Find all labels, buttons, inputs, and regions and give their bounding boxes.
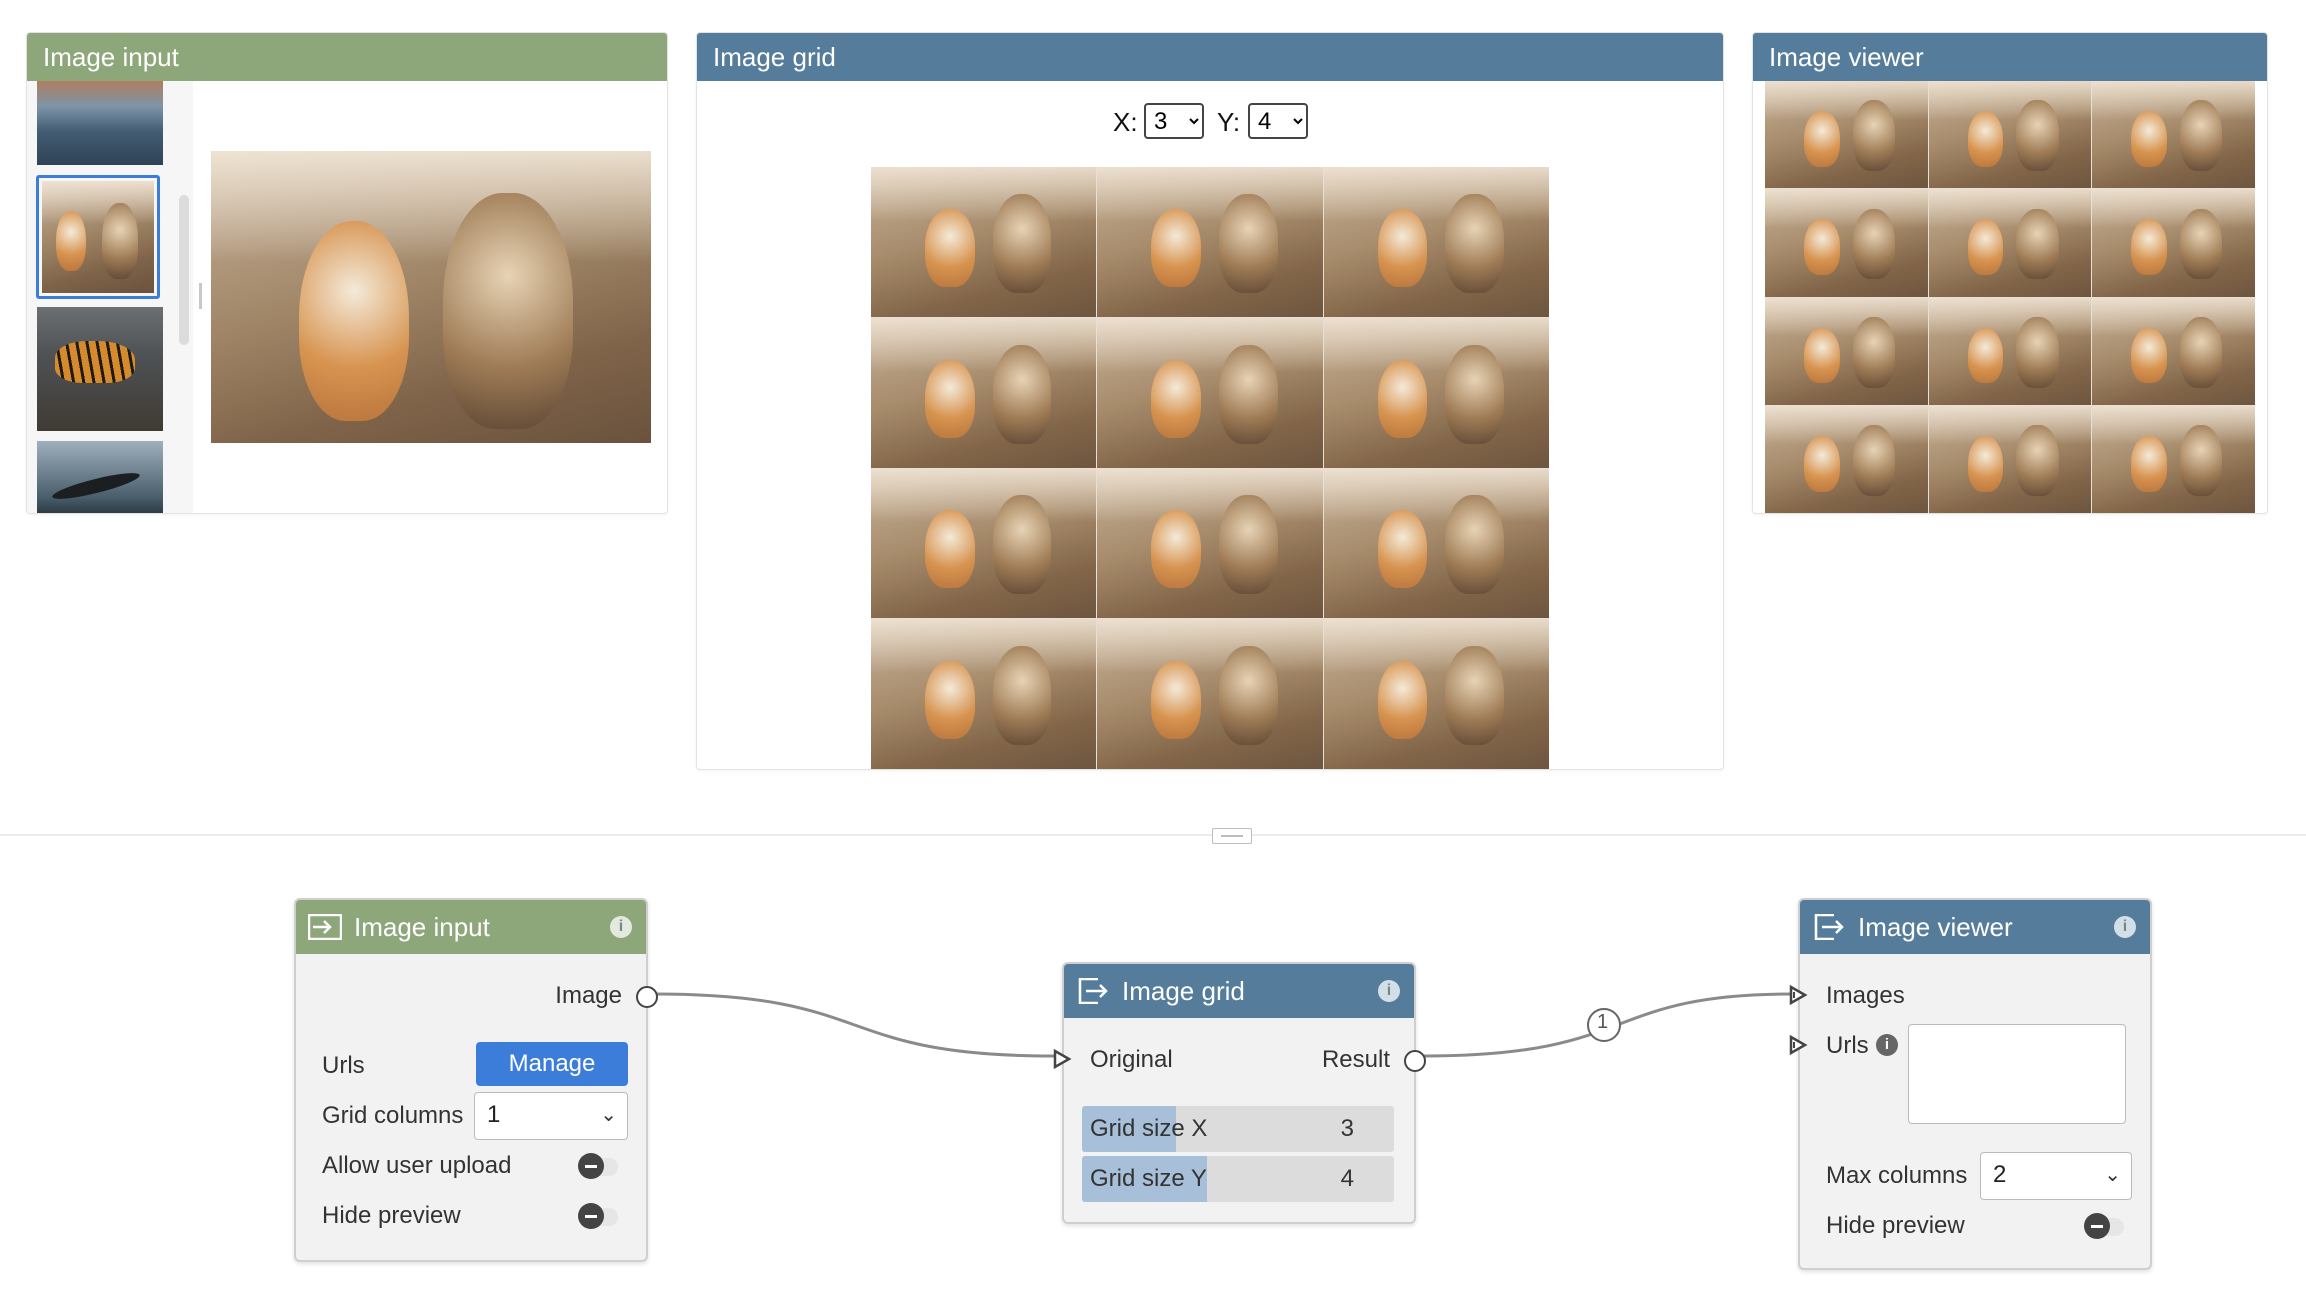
output-node-icon: [1078, 978, 1108, 1004]
urls-label: Urls: [322, 1052, 365, 1079]
node-image-viewer-title: Image viewer: [1858, 912, 2013, 942]
images-input-port[interactable]: [1788, 984, 1810, 1006]
result-output-label: Result: [1321, 1046, 1390, 1073]
grid-size-x-slider[interactable]: Grid size X 3: [1082, 1106, 1394, 1152]
info-icon[interactable]: i: [610, 916, 632, 938]
grid-size-y-slider[interactable]: Grid size Y 4: [1082, 1156, 1394, 1202]
info-icon[interactable]: i: [2114, 916, 2136, 938]
max-columns-value: 2: [1993, 1161, 2007, 1188]
edge-badge-count[interactable]: 1: [1597, 1011, 1608, 1034]
node-image-grid-header[interactable]: Image grid i: [1064, 964, 1414, 1018]
node-image-input-title: Image input: [354, 912, 490, 942]
max-columns-select[interactable]: 2 ⌄: [1980, 1152, 2132, 1200]
urls-textarea[interactable]: [1908, 1024, 2126, 1124]
urls-input-port[interactable]: [1788, 1034, 1810, 1056]
manage-button[interactable]: Manage: [476, 1042, 628, 1086]
grid-columns-value: 1: [487, 1101, 501, 1128]
allow-user-upload-label: Allow user upload: [322, 1152, 512, 1179]
node-image-input[interactable]: Image input i Image Urls Manage Grid col…: [294, 898, 658, 1262]
hide-preview-label: Hide preview: [322, 1202, 461, 1229]
chevron-down-icon: ⌄: [2104, 1164, 2121, 1186]
output-node-icon: [1814, 914, 1844, 940]
max-columns-label: Max columns: [1826, 1162, 1968, 1189]
result-output-port[interactable]: [1404, 1050, 1426, 1072]
grid-columns-label: Grid columns: [322, 1102, 464, 1129]
hide-preview-label: Hide preview: [1826, 1212, 1965, 1239]
images-input-label: Images: [1826, 982, 1905, 1009]
grid-size-y-value: 4: [1340, 1165, 1354, 1192]
image-output-port[interactable]: [636, 986, 658, 1008]
original-input-port[interactable]: [1052, 1048, 1074, 1070]
node-image-viewer[interactable]: Image viewer i Images Urls i Max columns…: [1789, 898, 2152, 1270]
hide-preview-toggle[interactable]: [578, 1203, 618, 1229]
wire-image-to-original: [653, 992, 1055, 1058]
node-image-input-header[interactable]: Image input i: [296, 900, 646, 954]
grid-columns-select[interactable]: 1 ⌄: [474, 1092, 628, 1140]
node-image-grid[interactable]: Image grid i Original Result Grid size X…: [1053, 962, 1426, 1224]
info-icon[interactable]: i: [1378, 980, 1400, 1002]
grid-size-x-label: Grid size X: [1090, 1115, 1208, 1142]
original-input-label: Original: [1090, 1046, 1173, 1073]
input-node-icon: [308, 914, 342, 940]
allow-user-upload-toggle[interactable]: [578, 1153, 618, 1179]
info-icon[interactable]: i: [1876, 1034, 1898, 1056]
chevron-down-icon: ⌄: [600, 1104, 617, 1126]
image-output-label: Image: [555, 982, 622, 1009]
hide-preview-toggle[interactable]: [2084, 1213, 2124, 1239]
grid-size-x-value: 3: [1340, 1115, 1354, 1142]
urls-input-label: Urls: [1826, 1032, 1869, 1059]
grid-size-y-label: Grid size Y: [1090, 1165, 1207, 1192]
node-image-grid-title: Image grid: [1122, 976, 1245, 1006]
node-image-viewer-header[interactable]: Image viewer i: [1800, 900, 2150, 954]
